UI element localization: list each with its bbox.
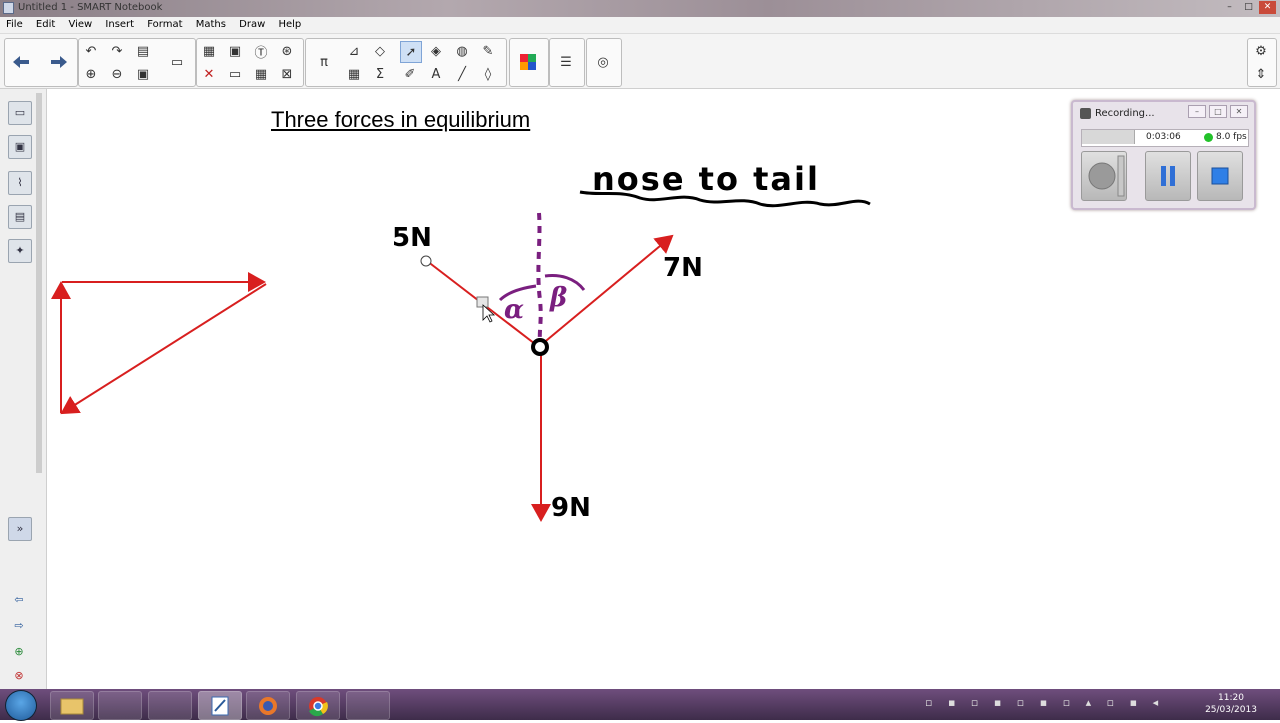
force-label-9n: 9N [551,493,591,523]
taskbar-tool-icon[interactable] [148,691,192,720]
taskbar-app-icon[interactable] [98,691,142,720]
triangle-side-diagonal [60,283,267,415]
recorder-title: Recording... [1095,108,1155,119]
handwritten-note: nose to tail [592,160,820,198]
recorder-status-row: 0:03:06 8.0 fps [1081,129,1249,147]
pause-button[interactable] [1145,151,1191,201]
recorder-fps: 8.0 fps [1216,132,1247,142]
force-label-7n: 7N [663,253,703,283]
rotate-handle-icon[interactable] [420,255,432,267]
angle-label-beta: β [549,283,567,313]
recorder-close-icon[interactable]: ✕ [1230,105,1248,118]
taskbar: ▫ ▪ ▫ ▪ ▫ ▪ ▫ ▴ ▫ ▪ ◂ 11:20 25/03/2013 [0,689,1280,721]
handwritten-labels: 5N 7N 9N nose to tail [392,160,871,523]
force-triangle [51,272,267,415]
taskbar-firefox-icon[interactable] [246,691,290,720]
vertical-reference-line [536,212,543,341]
taskbar-explorer-icon[interactable] [50,691,94,720]
taskbar-clock[interactable]: 11:20 25/03/2013 [1196,692,1266,716]
taskbar-recorder-icon[interactable] [346,691,390,720]
force-label-5n: 5N [392,223,432,253]
recorder-window-controls: – □ ✕ [1188,105,1248,118]
recorder-icon [1080,108,1091,119]
recorder-minimize-icon[interactable]: – [1188,105,1206,118]
taskbar-chrome-icon[interactable] [296,691,340,720]
recorder-time: 0:03:06 [1146,132,1181,142]
resize-handle-icon[interactable] [476,296,489,308]
clock-date: 25/03/2013 [1205,705,1257,715]
stop-button[interactable] [1197,151,1243,201]
system-tray: ▫ ▪ ▫ ▪ ▫ ▪ ▫ ▴ ▫ ▪ ◂ [925,696,1165,709]
recorder-widget: Recording... – □ ✕ 0:03:06 8.0 fps [1071,100,1256,210]
recorder-mode-select[interactable] [1082,130,1135,144]
record-button[interactable] [1081,151,1127,201]
force-diagram [420,234,674,522]
angle-label-alpha: α [504,295,524,325]
start-button[interactable] [5,690,37,721]
recorder-restore-icon[interactable]: □ [1209,105,1227,118]
equilibrium-point [531,338,549,356]
recorder-status-dot [1204,133,1213,142]
taskbar-smart-notebook-icon[interactable] [198,691,242,720]
clock-time: 11:20 [1218,693,1244,703]
